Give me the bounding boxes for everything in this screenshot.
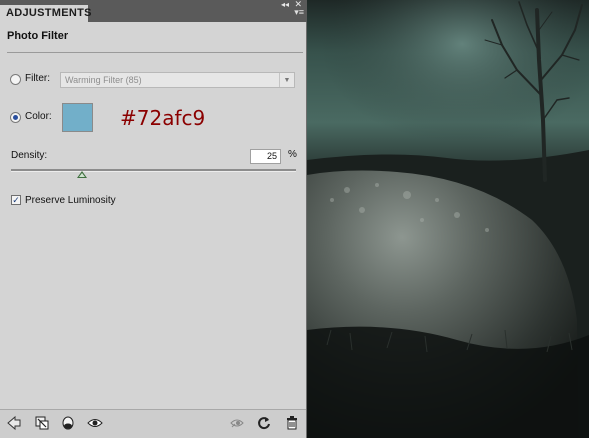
eye-icon[interactable] xyxy=(87,415,103,431)
panel-tabstrip: ADJUSTMENTS ◂◂ ✕ ▾≡ xyxy=(0,0,307,22)
density-unit: % xyxy=(288,149,297,160)
back-arrow-icon[interactable] xyxy=(6,415,22,431)
preserve-luminosity-checkbox[interactable]: ✓ xyxy=(11,195,21,205)
reset-icon[interactable] xyxy=(256,415,272,431)
view-previous-state-icon[interactable] xyxy=(229,415,245,431)
color-hex-annotation: #72afc9 xyxy=(120,106,206,130)
density-slider-track[interactable] xyxy=(11,169,296,172)
adjustments-panel: ADJUSTMENTS ◂◂ ✕ ▾≡ Photo Filter Filter:… xyxy=(0,0,307,438)
trash-icon[interactable] xyxy=(284,415,300,431)
density-label: Density: xyxy=(11,150,48,161)
color-label: Color: xyxy=(25,111,52,122)
panel-menu-icon[interactable]: ▾≡ xyxy=(294,7,304,18)
density-input[interactable]: 25 xyxy=(250,149,281,164)
document-canvas[interactable] xyxy=(307,0,589,438)
adjustment-title: Photo Filter xyxy=(7,30,69,42)
clip-to-layer-icon[interactable] xyxy=(34,415,50,431)
collapse-panel-icon[interactable]: ◂◂ xyxy=(281,0,289,9)
filter-dropdown[interactable]: Warming Filter (85) ▼ xyxy=(60,72,295,88)
color-swatch[interactable] xyxy=(62,103,93,132)
tab-adjustments[interactable]: ADJUSTMENTS xyxy=(0,5,92,22)
filter-radio[interactable] xyxy=(10,74,21,85)
layer-visibility-mask-icon[interactable] xyxy=(60,415,76,431)
divider xyxy=(7,52,303,53)
color-radio[interactable] xyxy=(10,112,21,123)
density-slider-thumb[interactable] xyxy=(77,171,88,178)
filter-dropdown-value: Warming Filter (85) xyxy=(65,75,142,85)
preserve-luminosity-label: Preserve Luminosity xyxy=(25,195,116,206)
panel-footer xyxy=(0,409,306,438)
filter-label: Filter: xyxy=(25,73,50,84)
chevron-down-icon[interactable]: ▼ xyxy=(279,73,294,87)
